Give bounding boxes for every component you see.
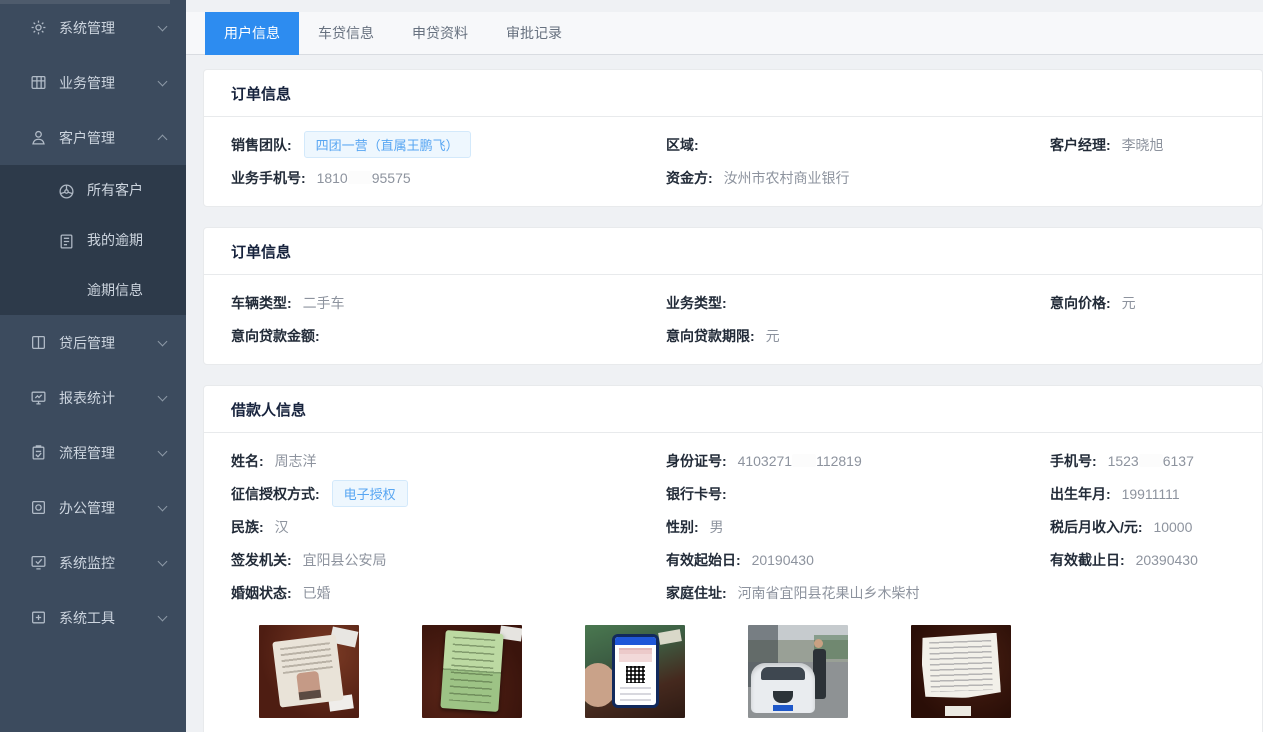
- box-plus-icon: [30, 609, 47, 626]
- field-intent-loan-amount: 意向贷款金额:: [231, 326, 666, 346]
- monitor-icon: [30, 389, 47, 406]
- app-window: 系统管理 业务管理 客户管理 所有客户: [0, 0, 1263, 732]
- field-id-number: 身份证号: 4103271112819: [666, 451, 1050, 471]
- sidebar-item-system-tools[interactable]: 系统工具: [0, 590, 186, 645]
- sidebar-item-office-management[interactable]: 办公管理: [0, 480, 186, 535]
- sidebar-submenu-customer: 所有客户 我的逾期 逾期信息: [0, 165, 186, 315]
- page-content: 订单信息 销售团队: 四团一营（直属王鹏飞） 区域: 客户经理:: [186, 55, 1263, 732]
- book-icon: [30, 334, 47, 351]
- field-intent-loan-term: 意向贷款期限: 元: [666, 326, 1050, 346]
- sidebar-item-label: 贷后管理: [59, 333, 186, 353]
- sidebar-item-label: 所有客户: [87, 180, 186, 200]
- field-sales-team: 销售团队: 四团一营（直属王鹏飞）: [231, 131, 666, 158]
- sidebar-item-label: 办公管理: [59, 498, 186, 518]
- order-info-card-2: 订单信息 车辆类型: 二手车 业务类型: 意向价格: 元: [203, 227, 1263, 365]
- field-monthly-income: 税后月收入/元: 10000: [1050, 517, 1242, 537]
- sidebar-item-all-customers[interactable]: 所有客户: [0, 165, 186, 215]
- field-name: 姓名: 周志洋: [231, 451, 666, 471]
- credit-auth-tag: 电子授权: [332, 480, 408, 507]
- field-ethnicity: 民族: 汉: [231, 517, 666, 537]
- sidebar-item-label: 业务管理: [59, 73, 186, 93]
- field-business-phone: 业务手机号: 181095575: [231, 168, 666, 188]
- sidebar-item-label: 流程管理: [59, 443, 186, 463]
- field-bank-card: 银行卡号:: [666, 484, 1050, 504]
- sidebar-item-label: 我的逾期: [87, 230, 186, 250]
- sidebar-item-system-monitor[interactable]: 系统监控: [0, 535, 186, 590]
- attachment-person-car: 人车合影: [748, 625, 848, 732]
- sidebar-item-label: 报表统计: [59, 388, 186, 408]
- redaction: [792, 454, 816, 467]
- attachment-thumbnails: 身份证 驾驶证正副页: [231, 609, 1242, 732]
- field-region: 区域:: [666, 135, 1050, 155]
- order-info-card-1: 订单信息 销售团队: 四团一营（直属王鹏飞） 区域: 客户经理:: [203, 69, 1263, 207]
- driver-license-photo[interactable]: [422, 625, 522, 718]
- attachment-credit-auth: 征信授权书: [585, 625, 685, 732]
- main-content: 用户信息 车贷信息 申贷资料 审批记录 订单信息 销售团队: 四团一营（直属王鹏…: [186, 0, 1263, 732]
- monitor-check-icon: [30, 554, 47, 571]
- sidebar: 系统管理 业务管理 客户管理 所有客户: [0, 0, 186, 732]
- tab-approval-records[interactable]: 审批记录: [487, 12, 581, 55]
- user-icon: [30, 129, 47, 146]
- field-home-address: 家庭住址: 河南省宜阳县花果山乡木柴村: [666, 583, 1050, 603]
- id-card-photo[interactable]: [259, 625, 359, 718]
- field-mobile: 手机号: 15236137: [1050, 451, 1242, 471]
- field-business-type: 业务类型:: [666, 293, 1050, 313]
- field-vehicle-type: 车辆类型: 二手车: [231, 293, 666, 313]
- sales-team-tag: 四团一营（直属王鹏飞）: [304, 131, 471, 158]
- field-valid-from: 有效起始日: 20190430: [666, 550, 1050, 570]
- document-photo[interactable]: [911, 625, 1011, 718]
- credit-auth-photo[interactable]: [585, 625, 685, 718]
- wheel-icon: [58, 183, 75, 198]
- notebook-icon: [58, 233, 75, 248]
- tab-loan-application-docs[interactable]: 申贷资料: [393, 12, 487, 55]
- attachment-other-doc: 其他材料: [911, 625, 1011, 732]
- sidebar-item-customer-management[interactable]: 客户管理: [0, 110, 186, 165]
- sidebar-item-label: 逾期信息: [87, 280, 186, 300]
- sidebar-item-label: 系统管理: [59, 18, 186, 38]
- sidebar-item-my-overdue[interactable]: 我的逾期: [0, 215, 186, 265]
- attachment-id-card: 身份证: [259, 625, 359, 732]
- sidebar-item-system-management[interactable]: 系统管理: [0, 0, 186, 55]
- field-issuing-authority: 签发机关: 宜阳县公安局: [231, 550, 666, 570]
- sidebar-item-business-management[interactable]: 业务管理: [0, 55, 186, 110]
- sidebar-item-label: 系统监控: [59, 553, 186, 573]
- field-valid-to: 有效截止日: 20390430: [1050, 550, 1242, 570]
- tab-bar: 用户信息 车贷信息 申贷资料 审批记录: [186, 12, 1263, 55]
- field-intent-price: 意向价格: 元: [1050, 293, 1242, 313]
- sidebar-item-process-management[interactable]: 流程管理: [0, 425, 186, 480]
- sidebar-item-label: 客户管理: [59, 128, 186, 148]
- sidebar-item-overdue-info[interactable]: 逾期信息: [0, 265, 186, 315]
- field-credit-auth-method: 征信授权方式: 电子授权: [231, 480, 666, 507]
- field-funding-party: 资金方: 汝州市农村商业银行: [666, 168, 1050, 188]
- field-account-manager: 客户经理: 李晓旭: [1050, 135, 1242, 155]
- person-with-car-photo[interactable]: [748, 625, 848, 718]
- card-title: 订单信息: [204, 228, 1262, 275]
- square-icon: [30, 499, 47, 516]
- field-marital-status: 婚姻状态: 已婚: [231, 583, 666, 603]
- redaction: [1139, 454, 1163, 467]
- field-gender: 性别: 男: [666, 517, 1050, 537]
- sidebar-item-report-statistics[interactable]: 报表统计: [0, 370, 186, 425]
- clipboard-icon: [30, 444, 47, 461]
- tab-car-loan-info[interactable]: 车贷信息: [299, 12, 393, 55]
- grid-icon: [30, 74, 47, 91]
- sidebar-item-label: 系统工具: [59, 608, 186, 628]
- borrower-info-card: 借款人信息 姓名: 周志洋 身份证号: 4103271112819 手机号:: [203, 385, 1263, 732]
- attachment-driver-license: 驾驶证正副页: [422, 625, 522, 732]
- card-title: 订单信息: [204, 70, 1262, 117]
- field-birth-date: 出生年月: 19911111: [1050, 484, 1242, 504]
- card-title: 借款人信息: [204, 386, 1262, 433]
- sidebar-item-postloan-management[interactable]: 贷后管理: [0, 315, 186, 370]
- redaction: [348, 171, 372, 184]
- tab-user-info[interactable]: 用户信息: [205, 12, 299, 55]
- gear-icon: [30, 19, 47, 36]
